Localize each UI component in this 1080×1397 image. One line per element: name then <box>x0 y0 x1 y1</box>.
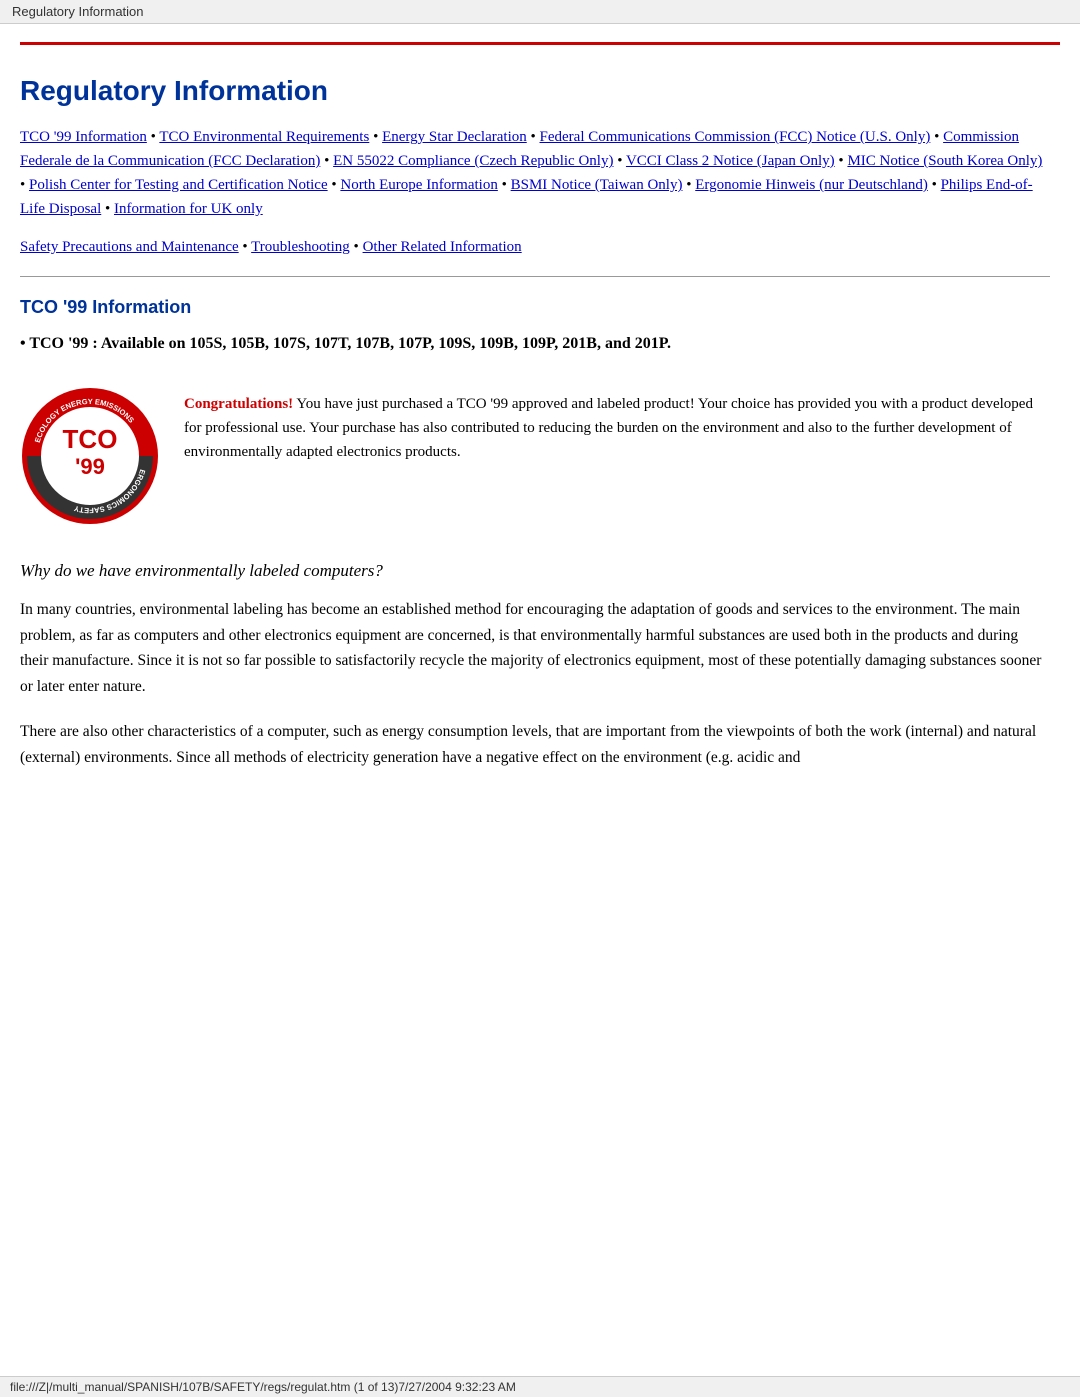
nav-link-other[interactable]: Other Related Information <box>363 239 522 255</box>
svg-text:TCO: TCO <box>63 424 118 454</box>
tco-description: Congratulations! You have just purchased… <box>184 386 1050 464</box>
nav-link-north-europe[interactable]: North Europe Information <box>340 177 497 193</box>
italic-heading: Why do we have environmentally labeled c… <box>20 561 1050 581</box>
nav-link-en55022[interactable]: EN 55022 Compliance (Czech Republic Only… <box>333 153 613 169</box>
nav-link-energy-star[interactable]: Energy Star Declaration <box>382 129 527 145</box>
secondary-links: Safety Precautions and Maintenance • Tro… <box>20 239 1050 256</box>
nav-link-troubleshooting[interactable]: Troubleshooting <box>251 239 350 255</box>
nav-link-tco-env[interactable]: TCO Environmental Requirements <box>159 129 369 145</box>
tco99-section: TCO '99 Information • TCO '99 : Availabl… <box>20 297 1050 770</box>
nav-link-tco99[interactable]: TCO '99 Information <box>20 129 147 145</box>
section-divider <box>20 276 1050 277</box>
nav-link-vcci[interactable]: VCCI Class 2 Notice (Japan Only) <box>626 153 835 169</box>
nav-link-ergonomie[interactable]: Ergonomie Hinweis (nur Deutschland) <box>695 177 928 193</box>
nav-link-polish[interactable]: Polish Center for Testing and Certificat… <box>29 177 328 193</box>
nav-link-fcc[interactable]: Federal Communications Commission (FCC) … <box>540 129 931 145</box>
nav-links: TCO '99 Information • TCO Environmental … <box>20 125 1050 221</box>
congrats-text: You have just purchased a TCO '99 approv… <box>184 396 1033 460</box>
body-paragraph-2: There are also other characteristics of … <box>20 719 1050 770</box>
browser-tab: Regulatory Information <box>0 0 1080 24</box>
nav-link-mic[interactable]: MIC Notice (South Korea Only) <box>847 153 1042 169</box>
tco-notice: • TCO '99 : Available on 105S, 105B, 107… <box>20 332 1050 356</box>
page-title: Regulatory Information <box>20 75 1050 107</box>
tco-logo: TCO '99 ECOLOGY ENERGY EMISSIONS ERGONOM… <box>20 386 160 531</box>
tco-logo-section: TCO '99 ECOLOGY ENERGY EMISSIONS ERGONOM… <box>20 386 1050 531</box>
nav-link-bsmi[interactable]: BSMI Notice (Taiwan Only) <box>511 177 683 193</box>
nav-link-safety[interactable]: Safety Precautions and Maintenance <box>20 239 239 255</box>
body-paragraph-1: In many countries, environmental labelin… <box>20 597 1050 699</box>
congrats-label: Congratulations! <box>184 396 293 412</box>
tco99-section-title: TCO '99 Information <box>20 297 1050 318</box>
svg-text:'99: '99 <box>75 454 105 479</box>
status-bar: file:///Z|/multi_manual/SPANISH/107B/SAF… <box>0 1376 1080 1397</box>
main-content: Regulatory Information TCO '99 Informati… <box>0 45 1080 810</box>
nav-link-uk[interactable]: Information for UK only <box>114 201 263 217</box>
